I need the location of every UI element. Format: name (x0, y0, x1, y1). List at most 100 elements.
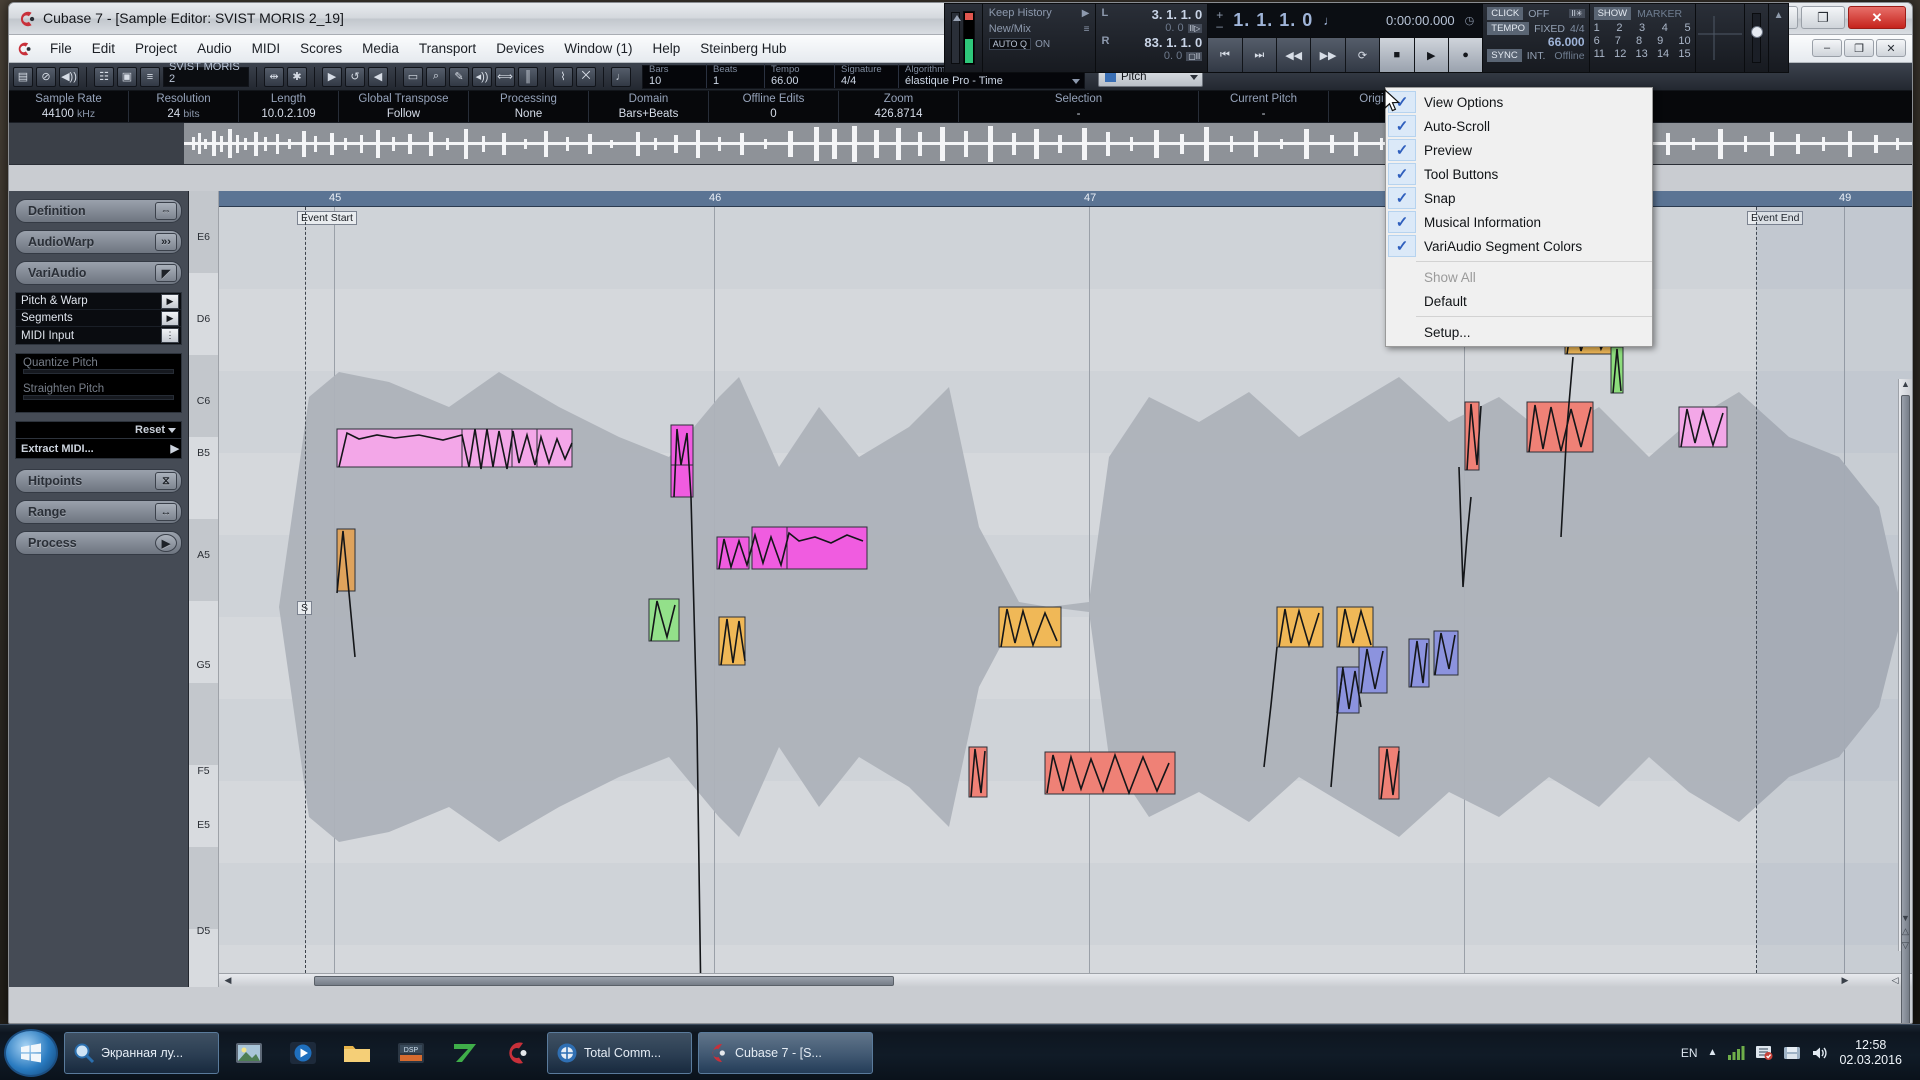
scrub-button[interactable]: ◀ (368, 66, 388, 87)
clock-icon[interactable]: ◷ (1465, 14, 1475, 27)
disk-icon[interactable] (1783, 1045, 1801, 1061)
taskbar-dsp-app[interactable]: DSP (387, 1032, 435, 1074)
sync-badge[interactable]: SYNC (1487, 49, 1522, 62)
menu-project[interactable]: Project (126, 37, 186, 60)
scrub-tool[interactable]: ⟺ (495, 66, 515, 87)
play-audio-button[interactable]: ▶ (322, 66, 342, 87)
speaker-button[interactable]: ◀)) (59, 66, 79, 87)
inspector-section-variaudio[interactable]: VariAudio ◤ (15, 261, 182, 285)
scroll-down-arrow-icon[interactable]: ▼ (1899, 913, 1912, 923)
horizontal-scrollbar[interactable]: ◀ ▶ ◁ ▷ (219, 973, 1912, 987)
straighten-pitch-track[interactable] (23, 395, 174, 400)
menu-scores[interactable]: Scores (291, 37, 351, 60)
taskbar-media-player[interactable] (279, 1032, 327, 1074)
taskbar-cubase[interactable]: Cubase 7 - [S... (698, 1031, 873, 1074)
info-global-transpose[interactable]: Global Transpose Follow (339, 91, 469, 122)
ctx-item-default[interactable]: Default (1386, 289, 1652, 313)
inspector-section-range[interactable]: Range ↔ (15, 500, 182, 524)
range-tool[interactable]: ▭ (403, 66, 423, 87)
chevron-down-icon[interactable] (1190, 74, 1198, 80)
marker-5[interactable]: 5 (1684, 22, 1690, 34)
transport-scroll-up[interactable]: ▲ (1769, 4, 1788, 72)
extract-midi-icon[interactable]: ▶ (171, 442, 179, 455)
menu-steinberg-hub[interactable]: Steinberg Hub (691, 37, 795, 60)
beats-field[interactable]: Beats 1 (707, 63, 765, 88)
view-options-context-menu[interactable]: ✓ View Options ✓ Auto-Scroll ✓ Preview ✓… (1385, 87, 1653, 347)
info-sample-rate[interactable]: Sample Rate 44100 kHz (9, 91, 129, 122)
mix-lines-icon[interactable]: ≡ (1084, 24, 1090, 35)
snap-star-button[interactable]: ✱ (287, 66, 307, 87)
taskbar-total-commander[interactable]: Total Comm... (547, 1031, 692, 1074)
audiowarp-icon[interactable]: »› (155, 233, 177, 251)
variaudio-canvas[interactable]: 45 46 47 49 Event Start Event End S ◀ ▶ … (219, 191, 1912, 987)
show-regions-button[interactable]: ▣ (117, 66, 137, 87)
scroll-up-arrow-icon[interactable]: ▲ (1899, 379, 1912, 389)
pitch-warp-icon[interactable]: ▶ (161, 293, 179, 309)
chevron-up-icon[interactable]: ▲ (1774, 10, 1784, 21)
info-selection[interactable]: Selection - (959, 91, 1199, 122)
inspector-section-hitpoints[interactable]: Hitpoints ⧖ (15, 469, 182, 493)
mdi-close-button[interactable]: ✕ (1876, 39, 1906, 57)
ctx-item-setup[interactable]: Setup... (1386, 320, 1652, 344)
draw-tool[interactable]: ✎ (449, 66, 469, 87)
language-indicator[interactable]: EN (1681, 1046, 1698, 1060)
menu-audio[interactable]: Audio (188, 37, 241, 60)
chevron-up-icon[interactable]: ▲ (1708, 1047, 1718, 1058)
ctx-item-snap[interactable]: ✓ Snap (1386, 186, 1652, 210)
left-locator-value[interactable]: 3. 1. 1. 0 (1152, 7, 1203, 22)
play-tool[interactable]: ◂)) (472, 66, 492, 87)
stop-button[interactable]: ■ (1380, 38, 1415, 72)
horizontal-scroll-thumb[interactable] (314, 976, 894, 986)
primary-time-display[interactable]: 1. 1. 1. 0 (1233, 10, 1313, 31)
ctx-item-variaudio-segment-colors[interactable]: ✓ VariAudio Segment Colors (1386, 234, 1652, 258)
play-button[interactable]: ▶ (1414, 38, 1449, 72)
extract-midi-button[interactable]: Extract MIDI... ▶ (15, 439, 182, 459)
ctx-item-auto-scroll[interactable]: ✓ Auto-Scroll (1386, 114, 1652, 138)
tempo-value[interactable]: 66.000 (1487, 35, 1585, 49)
variaudio-midi-input-row[interactable]: MIDI Input ⋮ (16, 327, 181, 344)
definition-icon[interactable]: ⇔ (155, 202, 177, 220)
menu-devices[interactable]: Devices (487, 37, 553, 60)
marker-14[interactable]: 14 (1657, 48, 1669, 60)
play-triangle-icon[interactable]: ▶ (1082, 8, 1090, 19)
signature-field[interactable]: Signature 4/4 (835, 63, 899, 88)
show-layers-button[interactable]: ≡ (140, 66, 160, 87)
rewind-button[interactable]: ◀◀ (1277, 38, 1312, 72)
time-signature-value[interactable]: 4/4 (1570, 23, 1585, 35)
chevron-down-icon[interactable] (1072, 78, 1080, 84)
marker-12[interactable]: 12 (1614, 48, 1626, 60)
pitch-ruler[interactable]: E6 D6 C6 B5 A5 G5 F5 E5 D5 (189, 191, 219, 987)
info-current-pitch[interactable]: Current Pitch - (1199, 91, 1329, 122)
info-resolution[interactable]: Resolution 24 bits (129, 91, 239, 122)
menu-media[interactable]: Media (353, 37, 408, 60)
taskbar-green-app[interactable] (441, 1032, 489, 1074)
marker-10[interactable]: 10 (1678, 35, 1690, 47)
scroll-right-arrow-icon[interactable]: ▶ (1838, 975, 1852, 987)
note-value-button[interactable]: ♩ (611, 66, 631, 87)
audio-file-name[interactable]: SVIST MORIS 2 (163, 61, 249, 87)
reset-button[interactable]: Reset (15, 421, 182, 439)
segments-tool[interactable]: ⨉ (576, 66, 596, 87)
menu-transport[interactable]: Transport (410, 37, 485, 60)
marker-3[interactable]: 3 (1639, 22, 1645, 34)
vertical-scrollbar[interactable]: ▲ ▼ △ ▽ (1898, 379, 1912, 1023)
segments-icon[interactable]: ▶ (161, 310, 179, 326)
menu-edit[interactable]: Edit (83, 37, 124, 60)
ctx-item-preview[interactable]: ✓ Preview (1386, 138, 1652, 162)
network-icon[interactable] (1727, 1045, 1745, 1061)
zoom-in-vertical-icon[interactable]: △ (1899, 926, 1912, 937)
tempo-field[interactable]: Tempo 66.00 (765, 63, 835, 88)
auto-quantize-badge[interactable]: AUTO Q (988, 38, 1032, 50)
marker-8[interactable]: 8 (1636, 35, 1642, 47)
midi-input-icon[interactable]: ⋮ (161, 328, 179, 343)
menu-file[interactable]: File (41, 37, 81, 60)
ctx-item-tool-buttons[interactable]: ✓ Tool Buttons (1386, 162, 1652, 186)
ctx-item-musical-information[interactable]: ✓ Musical Information (1386, 210, 1652, 234)
range-icon[interactable]: ↔ (155, 503, 177, 521)
variaudio-icon[interactable]: ◤ (155, 264, 177, 282)
taskbar-screen-magnifier[interactable]: Экранная лу... (64, 1031, 219, 1074)
chevron-down-icon[interactable] (168, 427, 176, 433)
show-audio-event-button[interactable]: ☷ (94, 66, 114, 87)
flag-icon[interactable] (1755, 1045, 1773, 1061)
close-button[interactable]: ✕ (1848, 6, 1906, 29)
